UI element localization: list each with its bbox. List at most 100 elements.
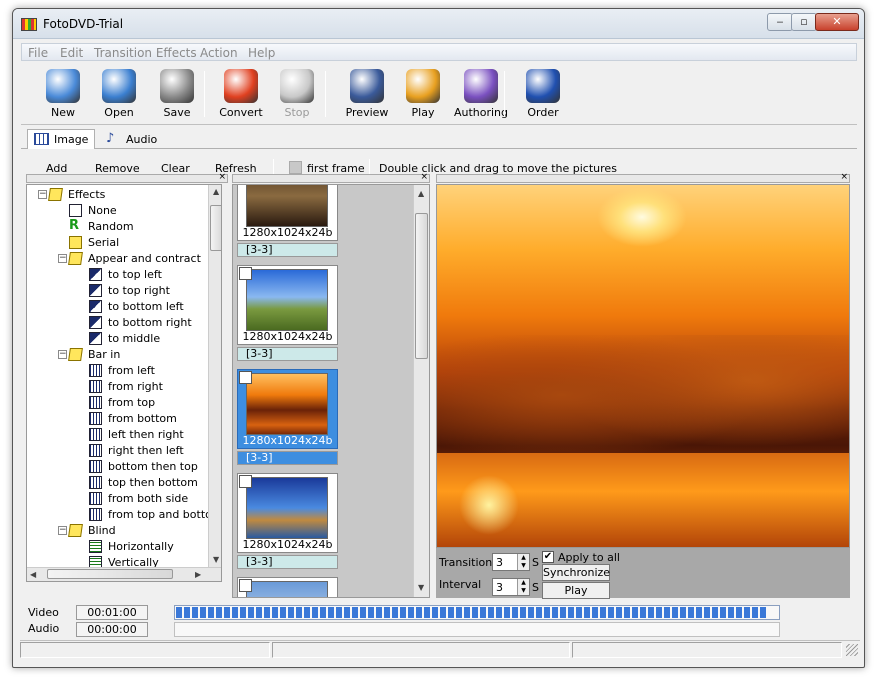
timeline-segment[interactable] — [688, 607, 694, 618]
thumbnail-card[interactable] — [237, 577, 338, 597]
timeline-segment[interactable] — [440, 607, 446, 618]
menu-transition-effects[interactable]: Transition Effects — [94, 46, 197, 60]
stop-tool-button[interactable]: Stop — [269, 67, 325, 121]
timeline-segment[interactable] — [464, 607, 470, 618]
timeline-segment[interactable] — [392, 607, 398, 618]
thumbnail-tag[interactable]: [3-3] — [237, 243, 338, 257]
thumbnail-tag[interactable]: [3-3] — [237, 451, 338, 465]
tree-hscroll-thumb[interactable] — [47, 569, 173, 579]
scroll-left-icon[interactable]: ◀ — [30, 570, 36, 579]
transition-spinner[interactable]: 3 ▲ ▼ — [492, 553, 530, 571]
apply-to-all-checkbox[interactable]: ✔ — [542, 551, 554, 563]
timeline-segment[interactable] — [600, 607, 606, 618]
timeline-segment[interactable] — [752, 607, 758, 618]
thumbnail-checkbox[interactable] — [239, 579, 252, 592]
timeline-segment[interactable] — [608, 607, 614, 618]
timeline-segment[interactable] — [344, 607, 350, 618]
scroll-down-icon[interactable]: ▼ — [213, 555, 219, 564]
timeline-segment[interactable] — [360, 607, 366, 618]
timeline-segment[interactable] — [736, 607, 742, 618]
timeline-segment[interactable] — [696, 607, 702, 618]
timeline-segment[interactable] — [256, 607, 262, 618]
timeline-segment[interactable] — [760, 607, 766, 618]
play-tool-button[interactable]: Play — [395, 67, 451, 121]
save-tool-button[interactable]: Save — [149, 67, 205, 121]
timeline-segment[interactable] — [272, 607, 278, 618]
timeline-segment[interactable] — [288, 607, 294, 618]
thumbnail-card[interactable]: 1280x1024x24b — [237, 473, 338, 553]
timeline-segment[interactable] — [512, 607, 518, 618]
scroll-up-icon[interactable]: ▲ — [213, 187, 219, 196]
timeline-segment[interactable] — [712, 607, 718, 618]
timeline-segment[interactable] — [472, 607, 478, 618]
scroll-up-icon[interactable]: ▲ — [418, 189, 424, 198]
timeline-segment[interactable] — [384, 607, 390, 618]
timeline-segment[interactable] — [264, 607, 270, 618]
audio-timeline-track[interactable] — [174, 622, 780, 637]
timeline-segment[interactable] — [216, 607, 222, 618]
image-preview[interactable] — [436, 184, 850, 548]
preview-tool-button[interactable]: Preview — [339, 67, 395, 121]
timeline-segment[interactable] — [224, 607, 230, 618]
timeline-segment[interactable] — [672, 607, 678, 618]
thumbnail-checkbox[interactable] — [239, 475, 252, 488]
timeline-segment[interactable] — [328, 607, 334, 618]
timeline-segment[interactable] — [536, 607, 542, 618]
timeline-segment[interactable] — [576, 607, 582, 618]
spinner-arrows-icon[interactable]: ▲ ▼ — [517, 554, 529, 570]
menu-help[interactable]: Help — [248, 46, 275, 60]
tree-horizontal-scrollbar[interactable]: ◀ ▶ — [27, 567, 221, 581]
timeline-segment[interactable] — [248, 607, 254, 618]
timeline-segment[interactable] — [640, 607, 646, 618]
timeline-segment[interactable] — [584, 607, 590, 618]
timeline-segment[interactable] — [496, 607, 502, 618]
video-timeline-track[interactable] — [174, 605, 780, 620]
timeline-segment[interactable] — [624, 607, 630, 618]
timeline-segment[interactable] — [632, 607, 638, 618]
timeline-segment[interactable] — [232, 607, 238, 618]
timeline-segment[interactable] — [568, 607, 574, 618]
timeline-segment[interactable] — [304, 607, 310, 618]
timeline-segment[interactable] — [592, 607, 598, 618]
timeline-segment[interactable] — [368, 607, 374, 618]
timeline-segment[interactable] — [320, 607, 326, 618]
first-frame-checkbox[interactable] — [289, 161, 302, 174]
timeline-segment[interactable] — [376, 607, 382, 618]
menu-action[interactable]: Action — [200, 46, 238, 60]
close-pane-icon[interactable]: × — [420, 173, 428, 182]
timeline-segment[interactable] — [352, 607, 358, 618]
timeline-segment[interactable] — [552, 607, 558, 618]
close-pane-icon[interactable]: × — [218, 173, 226, 182]
timeline-segment[interactable] — [520, 607, 526, 618]
timeline-segment[interactable] — [488, 607, 494, 618]
timeline-segment[interactable] — [448, 607, 454, 618]
collapse-icon[interactable]: − — [58, 350, 67, 359]
collapse-icon[interactable]: − — [58, 254, 67, 263]
timeline-segment[interactable] — [208, 607, 214, 618]
timeline-segment[interactable] — [704, 607, 710, 618]
timeline-segment[interactable] — [184, 607, 190, 618]
timeline-segment[interactable] — [656, 607, 662, 618]
synchronize-button[interactable]: Synchronize — [542, 564, 610, 581]
thumbnail-tag[interactable]: [3-3] — [237, 347, 338, 361]
timeline-segment[interactable] — [664, 607, 670, 618]
thumbnail-checkbox[interactable] — [239, 267, 252, 280]
interval-spinner[interactable]: 3 ▲ ▼ — [492, 578, 530, 596]
menu-file[interactable]: File — [28, 46, 48, 60]
thumbnail-tag[interactable]: [3-3] — [237, 555, 338, 569]
thumbs-scroll-thumb[interactable] — [415, 213, 428, 359]
timeline-segment[interactable] — [616, 607, 622, 618]
close-button[interactable]: ✕ — [815, 13, 859, 31]
timeline-segment[interactable] — [408, 607, 414, 618]
timeline-segment[interactable] — [456, 607, 462, 618]
timeline-segment[interactable] — [528, 607, 534, 618]
resize-grip-icon[interactable] — [846, 644, 858, 656]
timeline-segment[interactable] — [192, 607, 198, 618]
timeline-segment[interactable] — [744, 607, 750, 618]
timeline-segment[interactable] — [416, 607, 422, 618]
new-tool-button[interactable]: New — [35, 67, 91, 121]
open-tool-button[interactable]: Open — [91, 67, 147, 121]
timeline-segment[interactable] — [432, 607, 438, 618]
tab-audio[interactable]: ♪ Audio — [99, 129, 164, 149]
timeline-segment[interactable] — [728, 607, 734, 618]
